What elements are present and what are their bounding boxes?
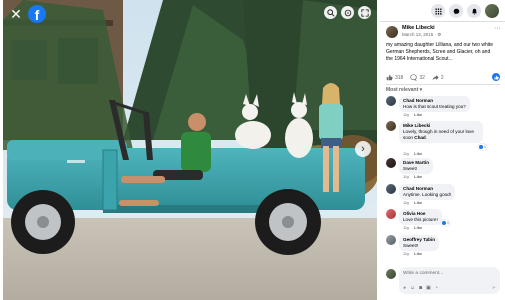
close-icon[interactable]: ✕ (8, 6, 24, 22)
top-nav (431, 4, 499, 18)
comment-text: How is that scout treating you? (403, 104, 466, 109)
comment-composer: Write a comment... ◕ ☺ ◙ ▣ ◔ ➤ (386, 267, 501, 295)
post-details-panel: Mike Libecki March 13, 2015 · ⚙ ··· my a… (380, 0, 505, 300)
comments-count: 32 (419, 74, 425, 81)
reaction-count: 1 (484, 145, 486, 149)
comment-time[interactable]: 11y (403, 112, 409, 117)
shares-count: 2 (440, 74, 444, 81)
likes-count: 318 (395, 74, 404, 81)
commenter-avatar[interactable] (386, 235, 396, 245)
comment-actions: 11y Like (403, 200, 422, 205)
comment-bubble: Chad Norman Anytime. Looking good! (399, 184, 456, 200)
comment-time[interactable]: 11y (403, 151, 409, 156)
send-icon[interactable]: ➤ (492, 285, 496, 291)
sticker-icon[interactable]: ◕ (403, 285, 406, 291)
commenter-avatar[interactable] (386, 158, 396, 168)
share-action[interactable]: 2 (432, 74, 444, 81)
photo-viewer: ✕ f › (3, 0, 377, 300)
commenter-avatar[interactable] (386, 121, 396, 131)
commenter-avatar[interactable] (386, 184, 396, 194)
comment-time[interactable]: 11y (403, 251, 409, 256)
gif-icon[interactable]: ▣ (426, 285, 431, 291)
comment-like-button[interactable]: Like (414, 225, 422, 230)
comment-text: Anytime. Looking good! (403, 192, 452, 197)
comment-like-button[interactable]: Like (414, 200, 422, 205)
reaction-count: 1 (447, 221, 449, 225)
comment-reaction-badge[interactable]: 1 (478, 144, 487, 150)
comment-input[interactable]: Write a comment... ◕ ☺ ◙ ▣ ◔ ➤ (399, 267, 500, 294)
comment-text-end: . (425, 135, 428, 140)
thumbs-up-icon (386, 74, 393, 81)
tag-icon[interactable] (341, 6, 354, 19)
comment-bubble: Dave Martin Sweet! (399, 158, 434, 174)
account-avatar[interactable] (485, 4, 499, 18)
comment-action[interactable]: 32 (410, 74, 425, 81)
like-reaction-icon (479, 145, 484, 149)
post-date[interactable]: March 13, 2015 · ⚙ (402, 32, 441, 38)
comment-sort-dropdown[interactable]: Most relevant ▾ (386, 87, 422, 93)
divider (386, 84, 500, 85)
author-meta: Mike Libecki March 13, 2015 · ⚙ (402, 25, 441, 38)
messenger-icon[interactable] (449, 4, 463, 18)
comment-actions: 11y Like (403, 112, 422, 117)
comment-time[interactable]: 11y (403, 200, 409, 205)
comment-bubble: Chad Norman How is that scout treating y… (399, 96, 470, 112)
comment-text: Love this picture! (403, 217, 438, 222)
post-actions: 318 32 2 (386, 73, 500, 81)
like-reaction-icon[interactable] (492, 73, 500, 81)
commenter-avatar[interactable] (386, 209, 396, 219)
fullscreen-icon[interactable] (358, 6, 371, 19)
comment-icon (410, 74, 417, 81)
author-avatar[interactable] (386, 26, 398, 38)
viewer-toolbar (324, 6, 371, 19)
next-photo-button[interactable]: › (355, 141, 371, 157)
facebook-logo[interactable]: f (28, 5, 46, 23)
comment-like-button[interactable]: Like (414, 251, 422, 256)
comment-bubble: Olivia Hoe Love this picture! (399, 209, 442, 225)
comment-placeholder[interactable]: Write a comment... (403, 271, 443, 276)
share-icon (432, 75, 439, 81)
comment-bubble: Mike Libecki Lovely, though in need of y… (399, 121, 483, 143)
comment-actions: 11y Like (403, 151, 422, 156)
post-caption: my amazing daughter Lilliana, and our tw… (386, 42, 494, 62)
bell-icon[interactable] (467, 4, 481, 18)
comment-actions: 11y Like (403, 225, 422, 230)
comment-actions: 11y Like (403, 251, 422, 256)
commenter-avatar[interactable] (386, 96, 396, 106)
divider (380, 21, 505, 22)
comment-like-button[interactable]: Like (414, 112, 422, 117)
zoom-in-icon[interactable] (324, 6, 337, 19)
camera-icon[interactable]: ◙ (419, 285, 422, 291)
comment-time[interactable]: 11y (403, 225, 409, 230)
comment-text: Sweet! (403, 166, 418, 171)
stamp-icon[interactable]: ◔ (435, 285, 438, 291)
my-avatar[interactable] (386, 269, 396, 279)
comment-like-button[interactable]: Like (414, 151, 422, 156)
comment-like-button[interactable]: Like (414, 174, 422, 179)
comment-bubble: Geoffrey Tabin Sweet!! (399, 235, 440, 251)
comment-time[interactable]: 11y (403, 174, 409, 179)
viewer-top-left: ✕ f (8, 5, 46, 23)
post-photo (3, 0, 377, 300)
author-name[interactable]: Mike Libecki (402, 25, 441, 31)
emoji-icon[interactable]: ☺ (410, 285, 415, 291)
more-options-button[interactable]: ··· (494, 25, 501, 32)
grid-menu-icon[interactable] (431, 4, 445, 18)
like-reaction-icon (442, 221, 447, 225)
post-header: Mike Libecki March 13, 2015 · ⚙ ··· (386, 25, 501, 38)
comment-text: Sweet!! (403, 243, 419, 248)
comment-reaction-badge[interactable]: 1 (441, 220, 450, 226)
comment-actions: 11y Like (403, 174, 422, 179)
comment-mention[interactable]: Chad (414, 135, 425, 140)
composer-tools: ◕ ☺ ◙ ▣ ◔ (403, 285, 438, 291)
like-action[interactable]: 318 (386, 74, 403, 81)
facebook-photo-viewer: ✕ f › Mike Libecki March 13, 2015 · ⚙ ··… (0, 0, 505, 300)
